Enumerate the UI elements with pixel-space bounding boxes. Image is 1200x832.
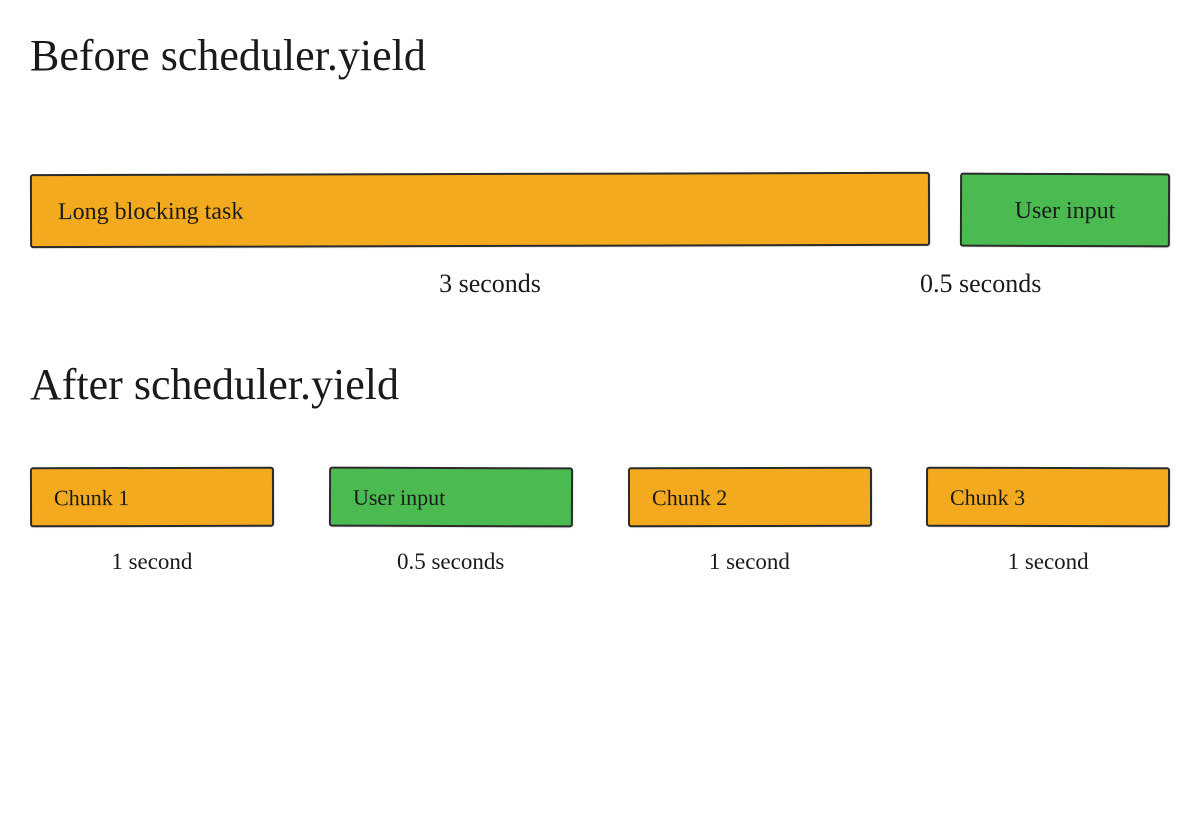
after-title: After scheduler.yield xyxy=(30,359,1170,412)
chunk-2-block: Chunk 2 xyxy=(627,466,871,526)
block-label: Chunk 2 xyxy=(651,487,726,509)
block-label: Long blocking task xyxy=(58,199,243,223)
duration-label: 0.5 seconds xyxy=(910,269,1170,299)
block-label: User input xyxy=(353,486,445,508)
chunk-3-block: Chunk 3 xyxy=(926,466,1170,527)
before-section: Before scheduler.yield Long blocking tas… xyxy=(30,30,1170,299)
block-label: Chunk 1 xyxy=(54,487,129,509)
duration-label: 0.5 seconds xyxy=(329,549,573,575)
duration-label: 3 seconds xyxy=(30,269,910,299)
duration-label: 1 second xyxy=(30,549,274,575)
after-section: After scheduler.yield Chunk 1 User input… xyxy=(30,359,1170,575)
block-label: User input xyxy=(1015,199,1116,223)
long-blocking-task-block: Long blocking task xyxy=(30,172,930,248)
after-duration-labels: 1 second 0.5 seconds 1 second 1 second xyxy=(30,549,1170,575)
user-input-block: User input xyxy=(960,172,1170,247)
duration-label: 1 second xyxy=(628,549,872,575)
before-title: Before scheduler.yield xyxy=(30,30,1170,83)
duration-label: 1 second xyxy=(926,549,1170,575)
before-timeline: Long blocking task User input xyxy=(30,173,1170,247)
chunk-1-block: Chunk 1 xyxy=(30,466,274,527)
after-timeline: Chunk 1 User input Chunk 2 Chunk 3 xyxy=(30,467,1170,527)
block-label: Chunk 3 xyxy=(950,486,1025,508)
before-duration-labels: 3 seconds 0.5 seconds xyxy=(30,269,1170,299)
user-input-block: User input xyxy=(329,466,573,527)
